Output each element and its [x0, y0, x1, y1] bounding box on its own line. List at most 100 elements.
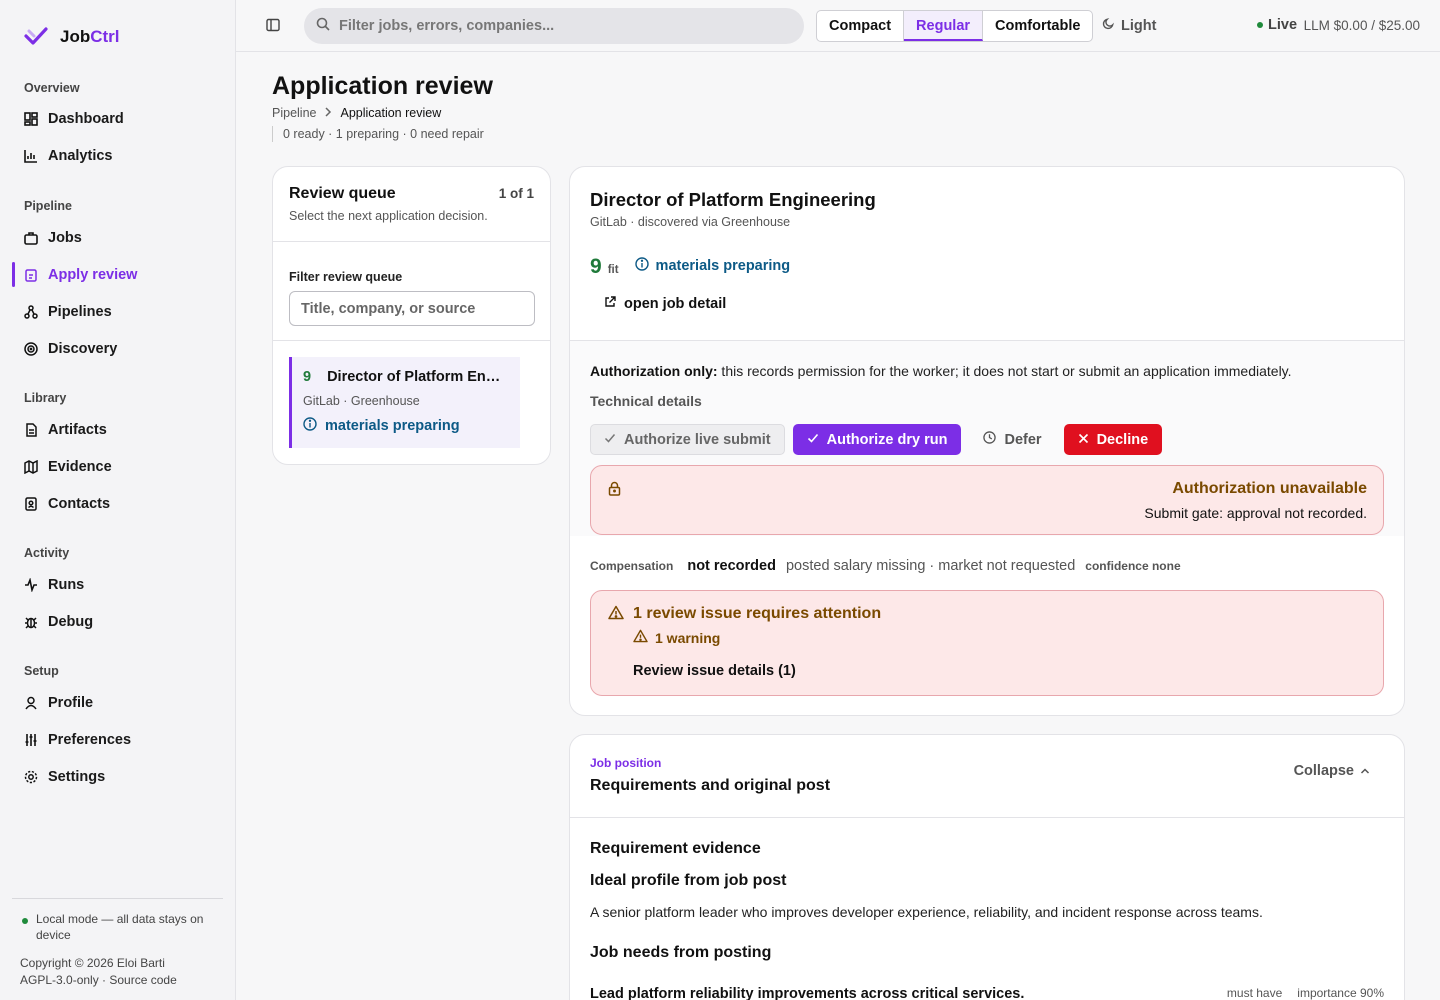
nav-item-apply-review[interactable]: Apply review	[0, 256, 236, 293]
briefcase-icon	[24, 231, 38, 245]
nav-item-dashboard[interactable]: Dashboard	[0, 100, 236, 137]
nav-item-preferences[interactable]: Preferences	[0, 721, 236, 758]
density-regular[interactable]: Regular	[904, 11, 984, 41]
sidebar-toggle-icon[interactable]	[266, 18, 280, 37]
nav-label: Debug	[48, 613, 94, 630]
chevron-up-icon	[1360, 763, 1370, 779]
authorization-note: Authorization only: this records permiss…	[590, 363, 1292, 379]
technical-details-toggle[interactable]: Technical details	[590, 393, 702, 409]
live-indicator: Live	[1257, 17, 1297, 33]
nav-item-debug[interactable]: Debug	[0, 603, 236, 640]
nav-item-artifacts[interactable]: Artifacts	[0, 411, 236, 448]
nav-label: Jobs	[48, 229, 82, 246]
requirement-evidence-heading: Requirement evidence	[590, 840, 761, 857]
collapse-button[interactable]: Collapse	[1294, 763, 1370, 779]
nav-label: Runs	[48, 576, 85, 593]
check-icon	[604, 432, 616, 448]
nav-item-analytics[interactable]: Analytics	[0, 137, 236, 174]
jobctrl-logo-icon	[24, 27, 48, 45]
open-job-detail-link[interactable]: open job detail	[604, 296, 726, 312]
clipboard-check-icon	[24, 268, 38, 282]
divider	[570, 817, 1404, 818]
queue-item[interactable]: 9 Director of Platform Engineering GitLa…	[289, 357, 520, 448]
queue-item-meta: GitLab · Greenhouse	[303, 394, 420, 408]
queue-filter-input[interactable]	[289, 291, 535, 326]
density-compact[interactable]: Compact	[817, 11, 905, 41]
ideal-profile-heading: Ideal profile from job post	[590, 872, 787, 889]
gear-icon	[24, 770, 38, 784]
contact-card-icon	[24, 496, 38, 511]
search-input[interactable]	[339, 18, 779, 34]
filter-label: Filter review queue	[289, 270, 403, 284]
nav-heading: Pipeline	[24, 199, 72, 213]
review-issue-details-toggle[interactable]: Review issue details (1)	[633, 663, 796, 679]
nav-item-contacts[interactable]: Contacts	[0, 485, 236, 522]
review-queue-title: Review queue	[289, 185, 396, 202]
breadcrumb-current: Application review	[340, 106, 442, 120]
nav-item-discovery[interactable]: Discovery	[0, 330, 236, 367]
global-search[interactable]	[304, 8, 804, 44]
analytics-icon	[24, 149, 38, 163]
brand-name: JobCtrl	[60, 27, 120, 46]
theme-toggle[interactable]: Light	[1102, 17, 1156, 34]
review-queue-count: 1 of 1	[498, 186, 534, 201]
nav-item-evidence[interactable]: Evidence	[0, 448, 236, 485]
nav-label: Settings	[48, 768, 106, 785]
authorize-live-submit-button[interactable]: Authorize live submit	[590, 424, 785, 455]
brand-logo[interactable]: JobCtrl	[24, 26, 120, 48]
file-icon	[24, 422, 38, 437]
job-need-item: Lead platform reliability improvements a…	[590, 986, 1384, 1000]
authorization-unavailable-alert: Authorization unavailable Submit gate: a…	[590, 465, 1384, 535]
nav-section-activity: Activity Runs Debug	[0, 543, 236, 640]
materials-status: materials preparing	[634, 257, 790, 275]
nav-item-jobs[interactable]: Jobs	[0, 219, 236, 256]
nav-item-pipelines[interactable]: Pipelines	[0, 293, 236, 330]
live-dot-icon	[1257, 22, 1263, 28]
nav-label: Apply review	[48, 266, 138, 283]
activity-icon	[24, 577, 38, 592]
nav-heading: Library	[24, 391, 67, 405]
authorization-section: Authorization only: this records permiss…	[570, 340, 1404, 536]
nav-label: Preferences	[48, 731, 132, 748]
local-mode-status: Local mode — all data stays on device	[12, 911, 223, 943]
status-dot-icon	[22, 918, 28, 924]
defer-button[interactable]: Defer	[969, 424, 1055, 455]
bug-icon	[24, 615, 38, 629]
nav-item-runs[interactable]: Runs	[0, 566, 236, 603]
info-icon	[303, 417, 317, 435]
decline-button[interactable]: Decline	[1063, 424, 1163, 455]
nav-label: Dashboard	[48, 110, 124, 127]
review-issue-alert: 1 review issue requires attention 1 warn…	[590, 590, 1384, 696]
nav-section-overview: Overview Dashboard Analytics	[0, 78, 236, 174]
nav-label: Pipelines	[48, 303, 112, 320]
queue-item-status: materials preparing	[303, 417, 508, 435]
nav-heading: Setup	[24, 664, 59, 678]
compensation-label: Compensation	[590, 559, 674, 573]
lock-icon	[608, 481, 621, 501]
nav-section-pipeline: Pipeline Jobs Apply review Pipelines Dis…	[0, 196, 236, 367]
license-link[interactable]: AGPL-3.0-only · Source code	[20, 972, 223, 989]
review-queue-subtitle: Select the next application decision.	[289, 209, 488, 223]
nav-label: Analytics	[48, 147, 113, 164]
dashboard-icon	[24, 111, 38, 126]
copyright: Copyright © 2026 Eloi Barti AGPL-3.0-onl…	[12, 955, 223, 989]
external-link-icon	[604, 296, 616, 312]
density-comfortable[interactable]: Comfortable	[983, 11, 1092, 41]
warning-icon	[633, 629, 648, 646]
issue-title: 1 review issue requires attention	[633, 605, 882, 622]
nav-item-settings[interactable]: Settings	[0, 758, 236, 795]
authorize-dry-run-button[interactable]: Authorize dry run	[792, 424, 962, 455]
job-position-eyebrow: Job position	[590, 756, 662, 770]
job-need-tags: must have importance 90%	[1227, 986, 1384, 1000]
review-queue-header: Review queue 1 of 1 Select the next appl…	[273, 167, 550, 242]
sliders-icon	[24, 733, 38, 747]
compensation-value: not recorded	[687, 558, 776, 574]
density-toggle: Compact Regular Comfortable	[816, 10, 1094, 42]
llm-budget: LLM $0.00 / $25.00	[1303, 18, 1420, 33]
nav-item-profile[interactable]: Profile	[0, 684, 236, 721]
nav-label: Artifacts	[48, 421, 107, 438]
page-title: Application review	[272, 72, 493, 100]
breadcrumb-pipeline[interactable]: Pipeline	[272, 106, 316, 120]
user-icon	[24, 696, 38, 710]
sidebar-footer: Local mode — all data stays on device Co…	[12, 898, 223, 989]
